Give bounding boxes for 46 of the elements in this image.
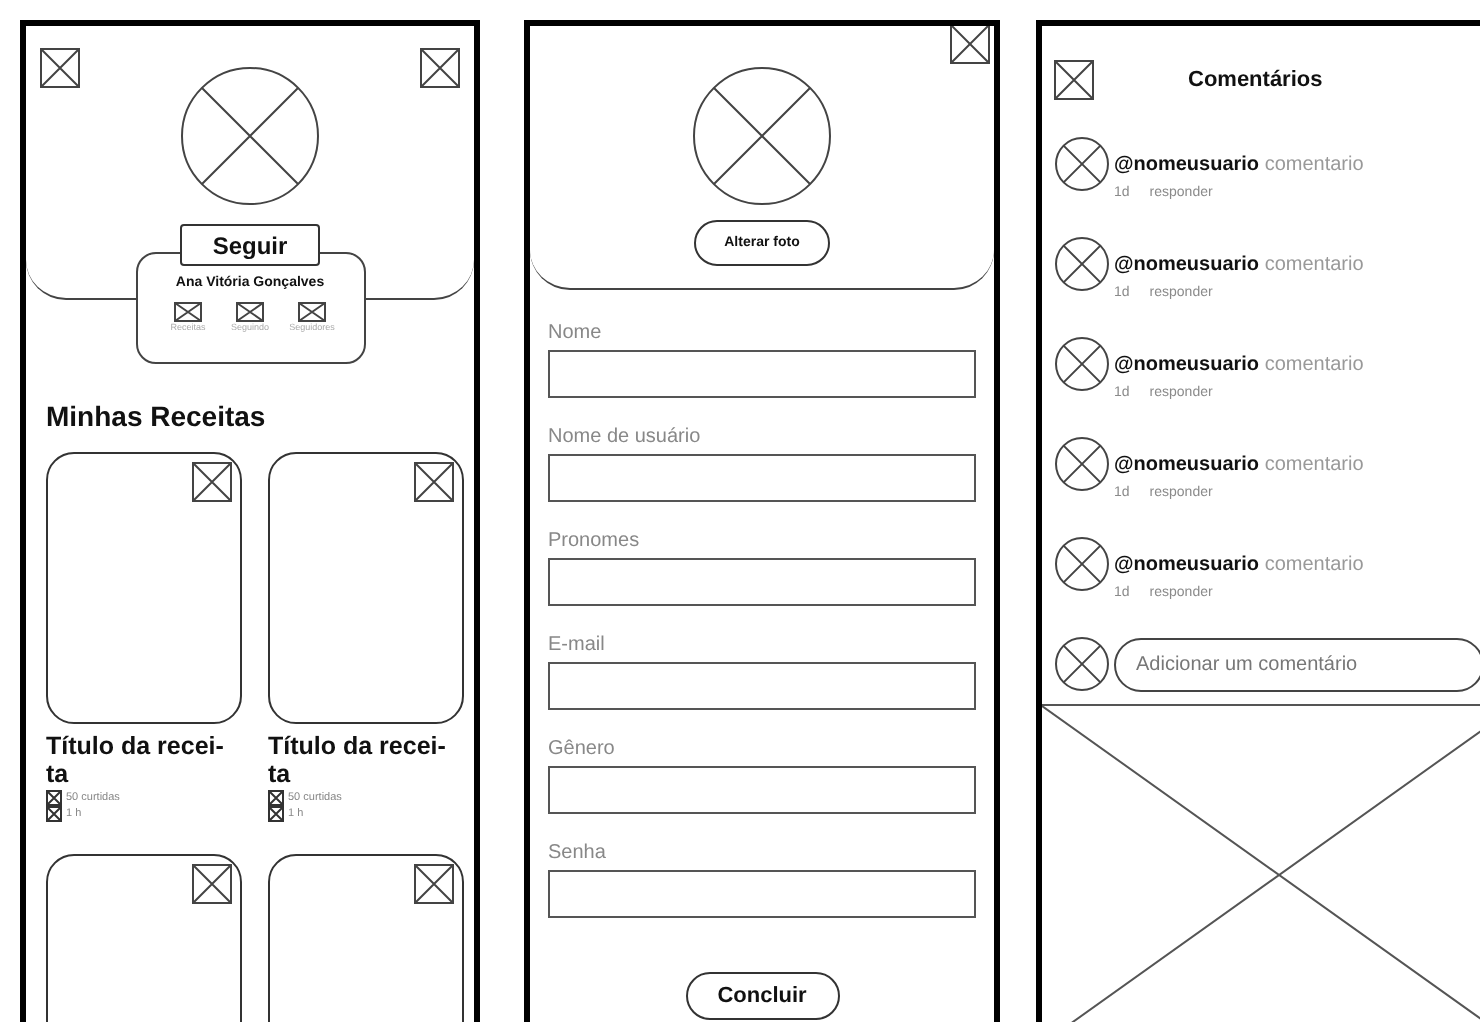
field-label: Nome de usuário bbox=[548, 424, 703, 452]
screen-title: Comentários bbox=[1188, 68, 1323, 92]
field-label: Senha bbox=[548, 840, 608, 868]
comment-input[interactable]: Adicionar um comentário bbox=[1114, 637, 1480, 691]
comment-text: @nomeusuario comentario bbox=[1114, 154, 1364, 176]
avatar-placeholder-icon bbox=[1054, 636, 1110, 692]
avatar-placeholder-icon bbox=[692, 66, 832, 206]
avatar-placeholder-icon bbox=[1054, 436, 1110, 492]
submit-button[interactable]: Concluir bbox=[685, 972, 839, 1020]
recipe-card[interactable] bbox=[46, 452, 242, 724]
field-label: Pronomes bbox=[548, 528, 642, 556]
close-icon[interactable] bbox=[950, 26, 990, 64]
input-field[interactable] bbox=[548, 766, 976, 814]
image-placeholder-icon bbox=[192, 863, 232, 903]
image-placeholder-icon bbox=[192, 462, 232, 502]
field-label: Nome bbox=[548, 320, 604, 348]
comment-text: @nomeusuario comentario bbox=[1114, 254, 1364, 276]
recipe-title: Título da recei-ta bbox=[268, 734, 448, 789]
image-placeholder-icon bbox=[298, 302, 326, 322]
recipe-title: Título da recei-ta bbox=[46, 734, 226, 789]
image-placeholder-icon[interactable] bbox=[40, 48, 80, 88]
comment-text: @nomeusuario comentario bbox=[1114, 354, 1364, 376]
input-field[interactable] bbox=[548, 662, 976, 710]
image-placeholder-icon bbox=[236, 302, 264, 322]
image-placeholder-icon bbox=[414, 462, 454, 502]
input-field[interactable] bbox=[548, 870, 976, 918]
avatar-placeholder-icon bbox=[1054, 136, 1110, 192]
section-title: Minhas Receitas bbox=[46, 400, 268, 432]
avatar-placeholder-icon bbox=[180, 66, 320, 206]
recipe-card[interactable] bbox=[268, 452, 464, 724]
image-placeholder-icon bbox=[414, 863, 454, 903]
image-placeholder-icon bbox=[1042, 704, 1480, 1022]
input-field[interactable] bbox=[548, 454, 976, 502]
comment-text: @nomeusuario comentario bbox=[1114, 454, 1364, 476]
avatar-placeholder-icon bbox=[1054, 336, 1110, 392]
follow-button[interactable]: Seguir bbox=[180, 224, 320, 266]
image-placeholder-icon[interactable] bbox=[1054, 60, 1094, 100]
input-field[interactable] bbox=[548, 350, 976, 398]
avatar-placeholder-icon bbox=[1054, 536, 1110, 592]
image-placeholder-icon[interactable] bbox=[420, 48, 460, 88]
image-placeholder-icon bbox=[174, 302, 202, 322]
comment-text: @nomeusuario comentario bbox=[1114, 554, 1364, 576]
avatar-placeholder-icon bbox=[1054, 236, 1110, 292]
field-label: Gênero bbox=[548, 736, 617, 764]
input-field[interactable] bbox=[548, 558, 976, 606]
field-label: E-mail bbox=[548, 632, 607, 660]
